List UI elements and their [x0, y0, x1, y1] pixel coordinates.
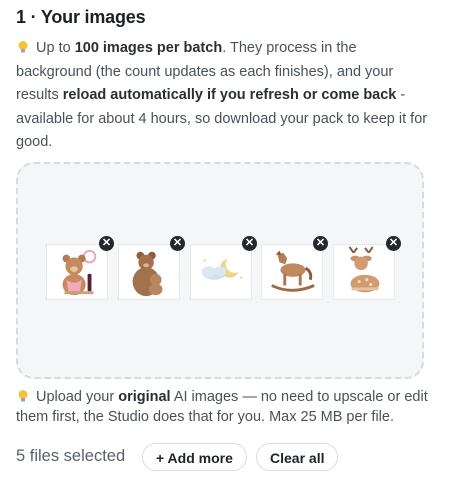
remove-thumbnail-1-button[interactable]: ✕ — [99, 236, 114, 251]
batch-tip-bold-1: 100 images per batch — [74, 40, 223, 56]
thumbnail-bear-cub — [118, 244, 180, 300]
remove-thumbnail-3-button[interactable]: ✕ — [242, 236, 257, 251]
section-title: 1 · Your images — [16, 7, 146, 27]
upload-tip-bold: original — [118, 389, 171, 405]
clear-all-button[interactable]: Clear all — [256, 443, 339, 471]
lightbulb-icon — [18, 41, 28, 53]
remove-thumbnail-2-button[interactable]: ✕ — [170, 236, 185, 251]
close-icon: ✕ — [388, 237, 399, 249]
batch-tip-text-1: Up to — [36, 40, 75, 56]
moon-clouds-image — [201, 255, 244, 280]
thumbnail-baby-deer — [333, 244, 395, 300]
batch-tip: Up to 100 images per batch. They process… — [16, 37, 434, 155]
close-icon: ✕ — [101, 237, 112, 249]
batch-tip-bold-2: reload automatically if you refresh or c… — [62, 87, 397, 104]
remove-thumbnail-4-button[interactable]: ✕ — [313, 236, 328, 251]
add-more-button[interactable]: + Add more — [142, 443, 247, 471]
close-icon: ✕ — [172, 237, 183, 249]
lightbulb-icon — [18, 390, 28, 402]
close-icon: ✕ — [244, 237, 255, 249]
files-selected-count: 5 files selected — [16, 447, 126, 465]
thumbnail-moon-clouds — [190, 244, 252, 300]
teddy-bear-image — [62, 249, 97, 296]
upload-tip-text-1: Upload your — [36, 389, 119, 405]
thumbnail-teddy-bear — [46, 244, 108, 300]
close-icon: ✕ — [315, 237, 326, 249]
bear-cub-image — [132, 251, 163, 297]
upload-tip: Upload your original AI images — no need… — [16, 387, 436, 427]
remove-thumbnail-5-button[interactable]: ✕ — [386, 236, 401, 251]
baby-deer-image — [348, 246, 380, 293]
thumbnail-rocking-horse — [261, 244, 323, 300]
rocking-horse-image — [271, 250, 315, 292]
